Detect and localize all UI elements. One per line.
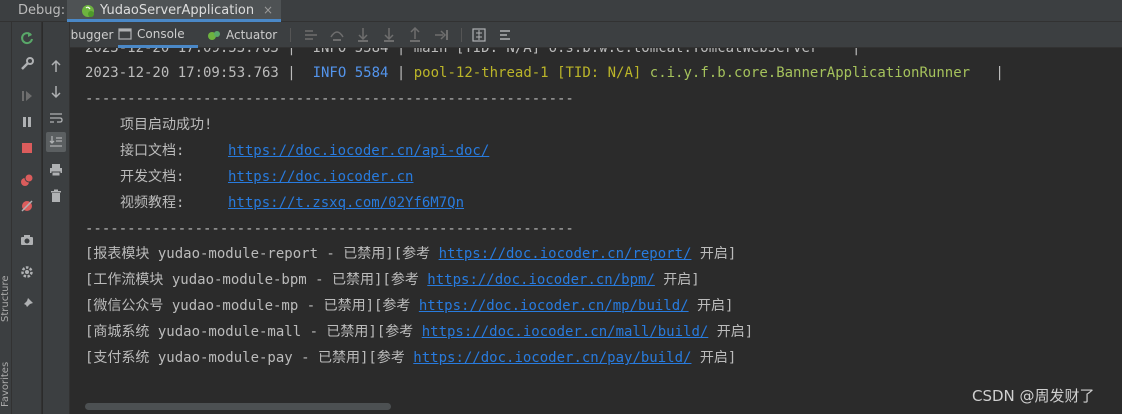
log-level: INFO bbox=[312, 65, 347, 81]
trace-current-stream-icon[interactable] bbox=[497, 27, 513, 43]
favorites-panel-label[interactable]: Favorites bbox=[0, 362, 11, 407]
doc-link[interactable]: https://t.zsxq.com/02Yf6M7Qn bbox=[228, 194, 464, 212]
clear-all-trash-icon[interactable] bbox=[48, 188, 64, 204]
startup-success-message: 项目启动成功! bbox=[120, 117, 213, 133]
step-out-icon[interactable] bbox=[407, 27, 423, 43]
module-row-suffix: 开启] bbox=[691, 350, 737, 366]
video-tutorial-link[interactable]: https://t.zsxq.com/02Yf6M7Qn bbox=[228, 195, 464, 211]
tab-actuator[interactable]: Actuator bbox=[207, 22, 277, 48]
doc-row: 接口文档: bbox=[120, 142, 184, 160]
csdn-watermark: CSDN @周发财了 bbox=[972, 387, 1095, 405]
module-doc-link[interactable]: https://doc.iocoder.cn/mp/build/ bbox=[419, 298, 689, 314]
module-row-text: [商城系统 yudao-module-mall - 已禁用][参考 bbox=[85, 324, 422, 340]
camera-icon[interactable] bbox=[19, 232, 35, 248]
tab-actuator-label: Actuator bbox=[226, 28, 278, 42]
scroll-up-icon[interactable] bbox=[48, 58, 64, 74]
debug-label: Debug: bbox=[18, 3, 66, 18]
soft-wrap-icon[interactable] bbox=[48, 110, 64, 126]
step-over-icon[interactable] bbox=[329, 27, 345, 43]
log-thread: pool-12-thread-1 [TID: N/A] bbox=[413, 65, 642, 81]
print-icon[interactable] bbox=[48, 162, 64, 178]
module-row: [商城系统 yudao-module-mall - 已禁用][参考 https:… bbox=[85, 323, 753, 341]
wrench-icon[interactable] bbox=[19, 56, 35, 72]
module-doc-link[interactable]: https://doc.iocoder.cn/mall/build/ bbox=[422, 324, 709, 340]
log-pid: 5584 bbox=[354, 65, 389, 81]
console-icon bbox=[118, 27, 132, 40]
console-log-line: 2023-12-20 17:09:53.763 | INFO 5584 | po… bbox=[85, 64, 1004, 82]
toolbar-divider bbox=[290, 28, 291, 42]
module-row: [支付系统 yudao-module-pay - 已禁用][参考 https:/… bbox=[85, 349, 736, 367]
tab-console[interactable]: Console bbox=[118, 22, 198, 48]
toolbar-divider bbox=[461, 28, 462, 42]
force-step-into-icon[interactable] bbox=[381, 27, 397, 43]
pause-icon[interactable] bbox=[19, 114, 35, 130]
log-timestamp: 2023-12-20 17:09:53.763 | bbox=[85, 65, 296, 81]
mute-breakpoints-icon[interactable] bbox=[19, 198, 35, 214]
doc-row-label: 开发文档: bbox=[120, 169, 185, 185]
side-tool-strip: Structure Favorites bbox=[0, 22, 12, 414]
module-row-suffix: 开启] bbox=[688, 298, 734, 314]
scroll-to-end-icon[interactable] bbox=[46, 132, 66, 152]
module-row-suffix: 开启] bbox=[691, 246, 737, 262]
log-separator: | bbox=[388, 65, 414, 81]
view-breakpoints-icon[interactable] bbox=[19, 172, 35, 188]
module-row-text: [微信公众号 yudao-module-mp - 已禁用][参考 bbox=[85, 298, 419, 314]
module-doc-link[interactable]: https://doc.iocoder.cn/report/ bbox=[439, 246, 692, 262]
doc-link[interactable]: https://doc.iocoder.cn/api-doc/ bbox=[228, 142, 489, 160]
console-output[interactable]: 2023-12-20 17:09:53.763 | INFO 5584 | ma… bbox=[70, 48, 1122, 414]
module-row: [报表模块 yudao-module-report - 已禁用][参考 http… bbox=[85, 245, 736, 263]
module-row: [微信公众号 yudao-module-mp - 已禁用][参考 https:/… bbox=[85, 297, 733, 315]
scroll-down-icon[interactable] bbox=[48, 84, 64, 100]
module-doc-link[interactable]: https://doc.iocoder.cn/bpm/ bbox=[427, 272, 655, 288]
doc-link[interactable]: https://doc.iocoder.cn bbox=[228, 168, 413, 186]
doc-row: 开发文档: bbox=[120, 168, 184, 186]
tab-console-label: Console bbox=[137, 26, 185, 41]
doc-row: 视频教程: bbox=[120, 194, 184, 212]
log-tail: | bbox=[970, 65, 1004, 81]
rerun-icon[interactable] bbox=[19, 30, 35, 46]
log-logger: c.i.y.f.b.core.BannerApplicationRunner bbox=[649, 65, 971, 81]
run-config-tab[interactable]: YudaoServerApplication × bbox=[67, 0, 281, 22]
run-to-cursor-icon[interactable] bbox=[433, 27, 449, 43]
horizontal-scrollbar[interactable] bbox=[85, 403, 391, 410]
stop-icon[interactable] bbox=[19, 140, 35, 156]
separator-line: ----------------------------------------… bbox=[85, 91, 574, 107]
console-line-partial: 2023-12-20 17:09:53.763 | INFO 5584 | ma… bbox=[85, 48, 861, 56]
console-toolbar bbox=[43, 22, 70, 414]
structure-panel-label[interactable]: Structure bbox=[0, 275, 11, 322]
separator-line: ----------------------------------------… bbox=[85, 221, 574, 237]
close-tab-icon[interactable]: × bbox=[263, 3, 273, 17]
doc-row-label: 视频教程: bbox=[120, 195, 185, 211]
actuator-icon bbox=[208, 31, 220, 40]
pin-icon[interactable] bbox=[19, 296, 35, 312]
module-row-text: [工作流模块 yudao-module-bpm - 已禁用][参考 bbox=[85, 272, 428, 288]
spring-boot-icon bbox=[82, 5, 94, 17]
debug-tabs-bar: Debugger Console Actuator bbox=[43, 22, 1122, 48]
module-row-text: [支付系统 yudao-module-pay - 已禁用][参考 bbox=[85, 350, 414, 366]
module-row-suffix: 开启] bbox=[654, 272, 700, 288]
show-execution-point-icon[interactable] bbox=[303, 27, 319, 43]
resume-icon[interactable] bbox=[19, 88, 35, 104]
settings-gear-icon[interactable] bbox=[19, 264, 35, 280]
api-doc-link[interactable]: https://doc.iocoder.cn/api-doc/ bbox=[228, 143, 489, 159]
evaluate-expression-icon[interactable] bbox=[471, 27, 487, 43]
dev-doc-link[interactable]: https://doc.iocoder.cn bbox=[228, 169, 413, 185]
module-row: [工作流模块 yudao-module-bpm - 已禁用][参考 https:… bbox=[85, 271, 700, 289]
run-config-name: YudaoServerApplication bbox=[100, 3, 255, 18]
debug-tool-window-header: Debug: YudaoServerApplication × bbox=[0, 0, 1122, 22]
module-row-suffix: 开启] bbox=[708, 324, 754, 340]
debug-toolbar bbox=[12, 22, 42, 414]
doc-row-label: 接口文档: bbox=[120, 143, 185, 159]
module-row-text: [报表模块 yudao-module-report - 已禁用][参考 bbox=[85, 246, 439, 262]
module-doc-link[interactable]: https://doc.iocoder.cn/pay/build/ bbox=[413, 350, 691, 366]
step-into-icon[interactable] bbox=[355, 27, 371, 43]
